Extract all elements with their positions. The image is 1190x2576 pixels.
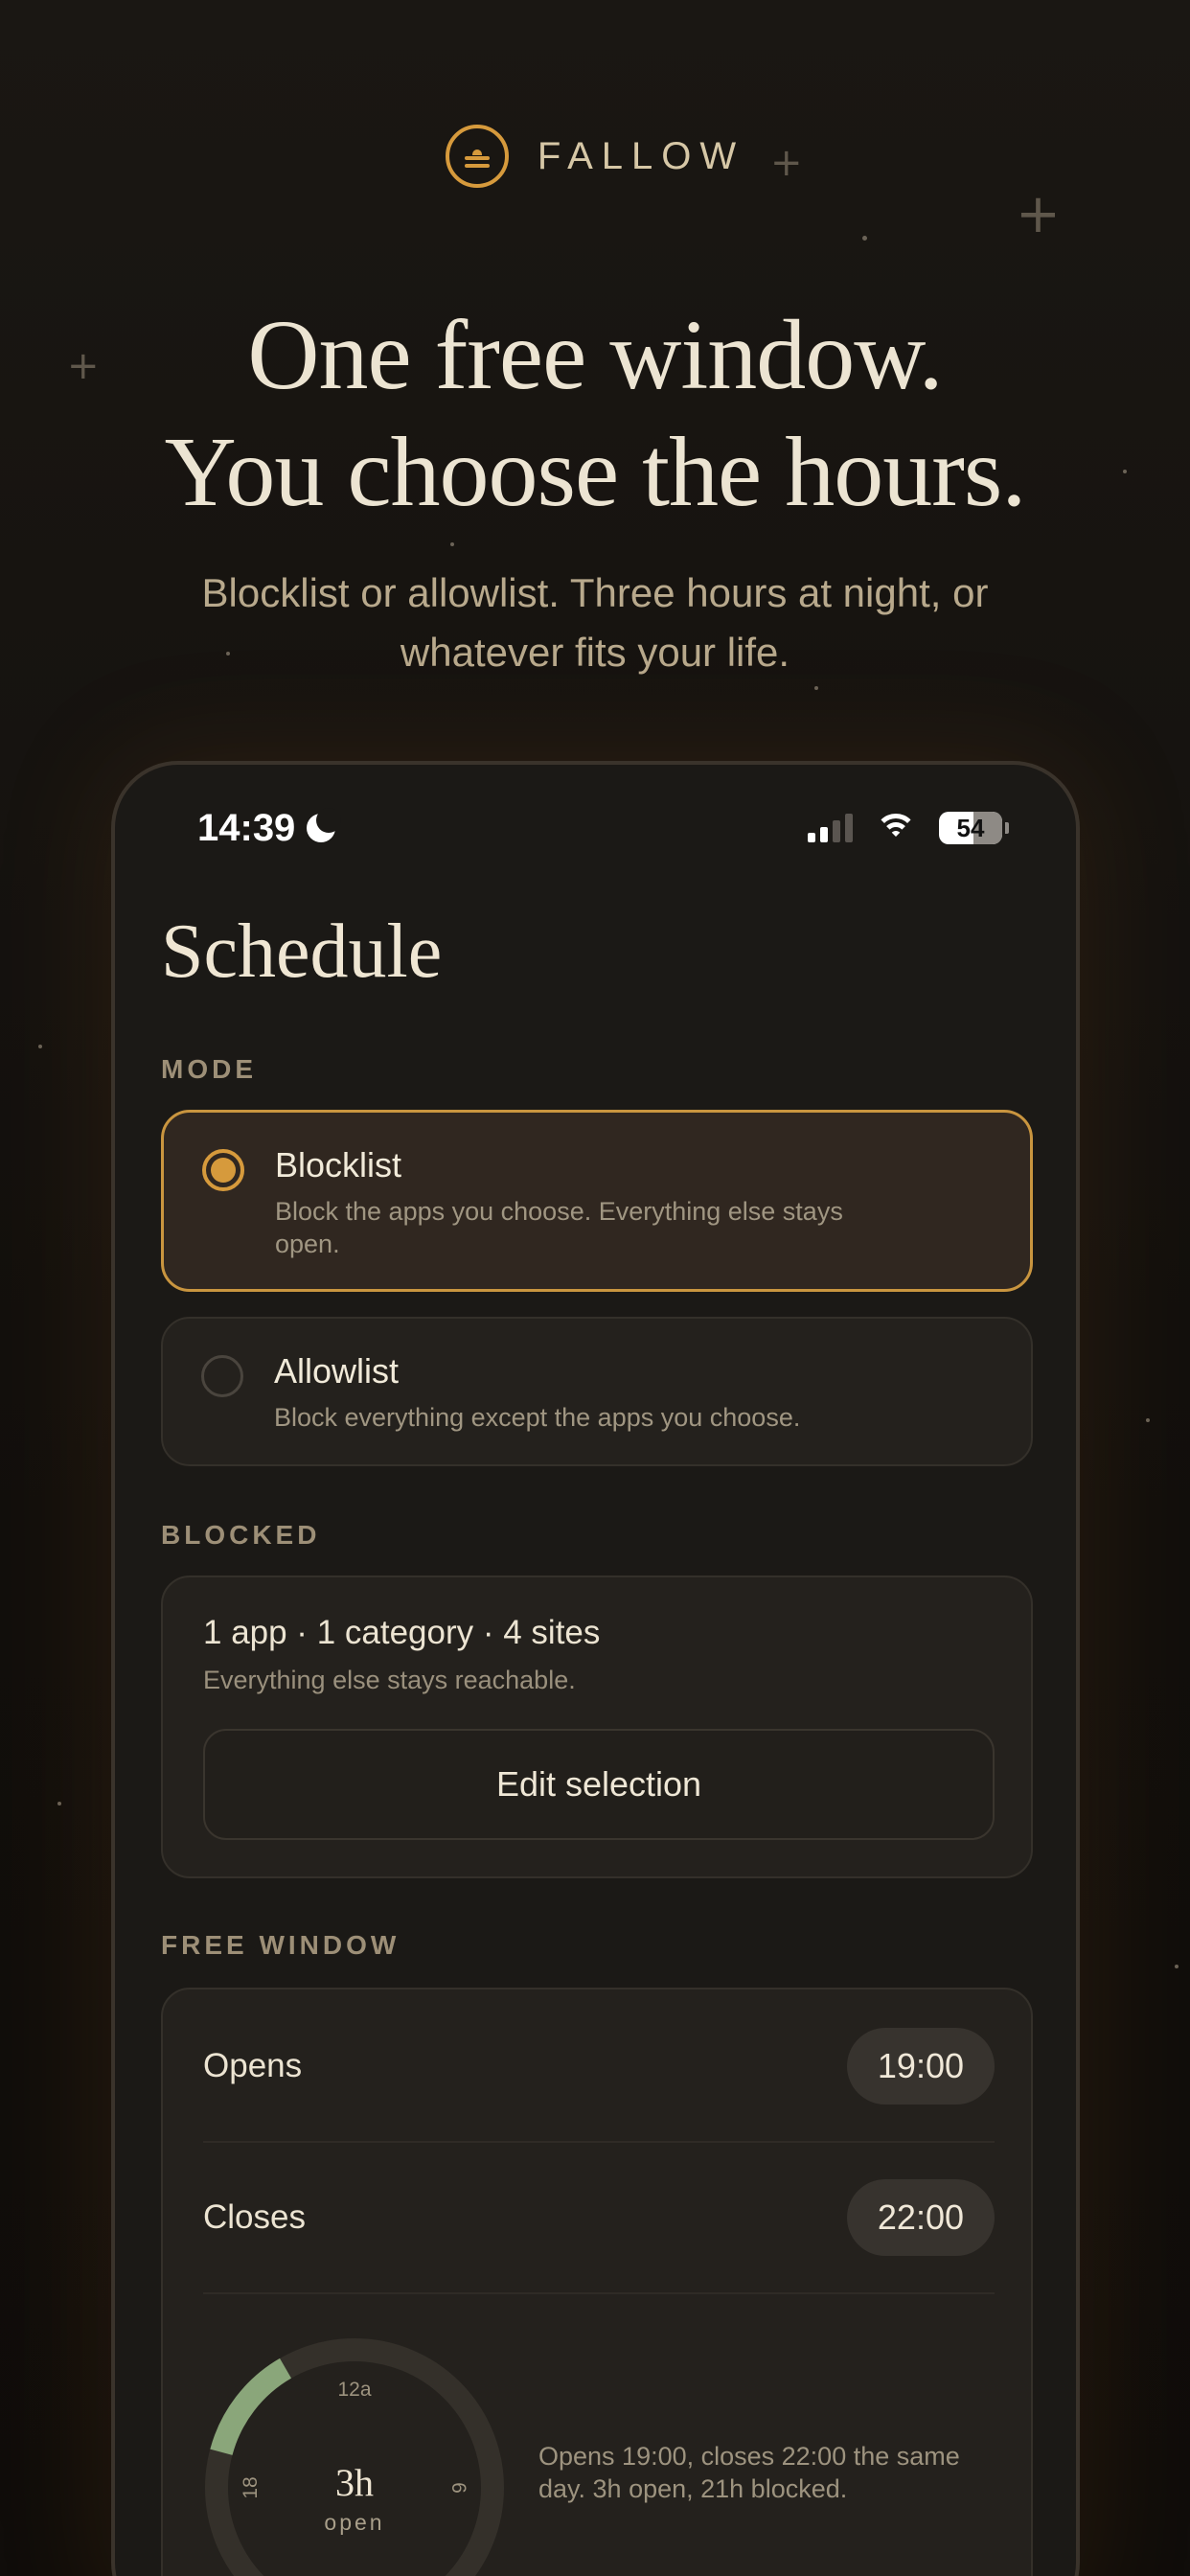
closes-row: Closes 22:00 [203,2179,995,2256]
sparkle-decoration: + [1016,183,1061,245]
screen-title: Schedule [161,909,443,994]
radio-selected-icon[interactable] [202,1149,244,1191]
closes-time-picker[interactable]: 22:00 [846,2179,995,2256]
moon-icon [305,808,342,844]
star-decoration [1175,1965,1179,1968]
free-window-note: Opens 19:00, closes 22:00 the same day. … [538,2442,960,2503]
brand-name: FALLOW [537,134,745,177]
dial-tick-right: 6 [447,2482,469,2494]
blocked-subtext: Everything else stays reachable. [203,1666,576,1694]
blocked-summary: 1 app · 1 category · 4 sites [203,1614,601,1651]
free-window-dial: 12a 18 6 12p 3h open [205,2338,504,2576]
star-decoration [57,1802,61,1806]
blocked-card: 1 app · 1 category · 4 sites Everything … [161,1576,1033,1878]
dial-center-caption: open [324,2510,384,2535]
free-window-section-label: FREE WINDOW [161,1930,400,1960]
divider [203,2141,995,2143]
brand-header: FALLOW [0,125,1190,188]
mode-option-description: Block everything except the apps you cho… [274,1403,801,1432]
star-decoration [862,236,867,241]
star-decoration [1146,1418,1150,1422]
status-time-text: 14:39 [197,806,296,849]
cellular-signal-icon [808,814,853,842]
fallow-logo-icon [445,125,509,188]
star-decoration [450,542,454,546]
free-window-card: Opens 19:00 Closes 22:00 12a 18 6 12p 3h… [161,1988,1033,2576]
closes-label: Closes [203,2198,306,2236]
edit-selection-button[interactable]: Edit selection [203,1729,995,1840]
phone-mockup: 14:39 54 Schedule MODE Blocklist Block t… [111,761,1080,2576]
battery-level: 54 [956,813,985,842]
mode-option-title: Blocklist [275,1145,402,1184]
battery-icon: 54 [939,812,1009,844]
radio-unselected-icon[interactable] [201,1355,243,1397]
dial-center-value: 3h [335,2461,374,2504]
mode-option-title: Allowlist [274,1351,400,1391]
blocked-section-label: BLOCKED [161,1520,321,1550]
opens-label: Opens [203,2047,303,2084]
star-decoration [814,686,818,690]
hero-subline: Blocklist or allowlist. Three hours at n… [201,570,989,675]
mode-option-description: Block the apps you choose. Everything el… [275,1197,843,1258]
headline-line-1: One free window. [247,300,943,410]
status-indicators: 54 [808,812,1009,844]
status-time: 14:39 [197,806,342,850]
status-bar: 14:39 54 [197,799,1009,857]
dial-tick-left: 18 [240,2476,262,2498]
dial-open-arc [210,2358,292,2456]
mode-section-label: MODE [161,1054,257,1084]
hero-headline: One free window. You choose the hours. [0,297,1190,531]
divider [203,2292,995,2294]
mode-option-blocklist[interactable]: Blocklist Block the apps you choose. Eve… [161,1110,1033,1292]
opens-row: Opens 19:00 [203,2028,995,2104]
dial-tick-top: 12a [337,2379,371,2401]
wifi-icon [874,812,918,844]
mode-option-allowlist[interactable]: Allowlist Block everything except the ap… [161,1317,1033,1466]
headline-line-2: You choose the hours. [164,417,1027,527]
star-decoration [38,1045,42,1048]
opens-time-picker[interactable]: 19:00 [846,2028,995,2104]
